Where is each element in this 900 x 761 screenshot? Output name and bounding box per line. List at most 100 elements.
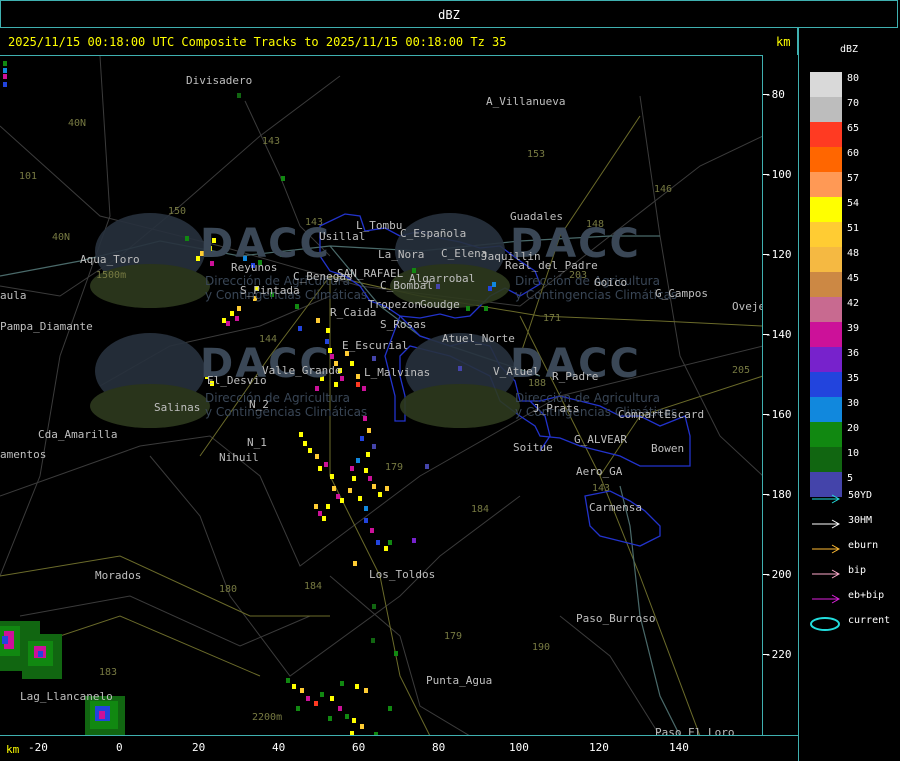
radar-cell — [318, 466, 322, 471]
road-label: 180 — [219, 584, 238, 595]
window-title-bar: dBZ — [0, 0, 898, 28]
track-legend-label: 30HM — [848, 515, 873, 526]
radar-cell — [296, 706, 300, 711]
radar-cell — [230, 311, 234, 316]
radar-cell — [360, 436, 364, 441]
radar-cell — [295, 304, 299, 309]
place-label: Tropezon — [368, 298, 421, 311]
current-ellipse-icon — [810, 617, 840, 631]
place-label: L_Malvinas — [364, 366, 431, 379]
y-tick-label: -120 — [763, 248, 798, 261]
road-label: 179 — [385, 462, 404, 473]
radar-cell — [388, 706, 392, 711]
colorbar-label: 48 — [847, 248, 860, 259]
x-tick-label: 0 — [116, 741, 123, 754]
road-label: 40N — [68, 118, 87, 129]
place-label: Carmensa — [589, 501, 642, 514]
place-label: C_Española — [400, 227, 467, 240]
colorbar-label: 5 — [847, 473, 854, 484]
place-label: L_Tombu — [356, 219, 403, 232]
colorbar-swatch — [810, 422, 842, 447]
radar-cell — [38, 651, 43, 657]
radar-cell — [334, 382, 338, 387]
y-tick-label: -160 — [763, 408, 798, 421]
track-legend-item: eb+bip — [810, 588, 900, 608]
radar-cell — [298, 326, 302, 331]
radar-map[interactable]: DACC Dirección de Agricultura y Contingen… — [0, 55, 763, 735]
place-label: La_Nora — [378, 248, 425, 261]
radar-cell — [3, 82, 7, 87]
x-tick-label: 40 — [272, 741, 286, 754]
colorbar-swatch — [810, 72, 842, 97]
road-label: 150 — [168, 206, 187, 217]
place-label: Goico — [594, 276, 628, 289]
place-label: N_1 — [247, 436, 267, 449]
radar-cell — [372, 444, 376, 449]
radar-cell — [315, 454, 319, 459]
place-label: amentos — [0, 448, 47, 461]
place-label: Atuel_Norte — [442, 332, 515, 345]
radar-cell — [330, 474, 334, 479]
place-label: E_Escurial — [342, 339, 409, 352]
x-tick-label: 20 — [192, 741, 206, 754]
place-label: Ovejeria — [732, 300, 762, 313]
radar-cell — [3, 61, 7, 66]
place-label: Aqua_Toro — [80, 253, 140, 266]
radar-cell — [3, 68, 7, 73]
radar-cell — [99, 711, 105, 719]
y-axis: -80 -100 -120 -140 -160 -180 -200 -220 — [763, 55, 798, 735]
colorbar-label: 35 — [847, 373, 860, 384]
place-label: S_Rosas — [380, 318, 427, 331]
place-label: Valle_Grande — [262, 364, 342, 377]
radar-cell — [484, 306, 488, 311]
radar-cell — [355, 684, 359, 689]
radar-cell — [314, 504, 318, 509]
colorbar-label: 80 — [847, 73, 860, 84]
road-label: 40N — [52, 232, 71, 243]
radar-cell — [340, 681, 344, 686]
map-header: 2025/11/15 00:18:00 UTC Composite Tracks… — [0, 28, 798, 55]
radar-cell — [340, 498, 344, 503]
place-label: Algarrobal — [409, 272, 476, 285]
place-label: Guadales — [510, 210, 563, 223]
place-label: Divisadero — [186, 74, 253, 87]
radar-cell — [412, 538, 416, 543]
track-legend-item: eburn — [810, 538, 900, 558]
radar-cell — [356, 458, 360, 463]
watermark-subtitle: Dirección de Agricultura y Contingencias … — [205, 391, 368, 419]
x-tick-label: -20 — [28, 741, 48, 754]
place-label: Goudge — [420, 298, 460, 311]
header-title: 2025/11/15 00:18:00 UTC Composite Tracks… — [8, 35, 507, 49]
place-label: A_Villanueva — [486, 95, 566, 108]
radar-cell — [367, 428, 371, 433]
place-label: Reyunos — [231, 261, 278, 274]
radar-cell — [292, 684, 296, 689]
place-label: Pampa_Diamante — [0, 320, 93, 333]
radar-cell — [336, 494, 340, 499]
radar-cell — [364, 518, 368, 523]
colorbar-label: 36 — [847, 348, 860, 359]
place-label: Punta_Agua — [426, 674, 493, 687]
colorbar-label: 39 — [847, 323, 860, 334]
road-label: 190 — [532, 642, 551, 653]
colorbar-swatch — [810, 297, 842, 322]
colorbar-swatch — [810, 447, 842, 472]
track-legend-label: bip — [848, 565, 867, 576]
colorbar-label: 57 — [847, 173, 860, 184]
radar-cell — [330, 696, 334, 701]
radar-cell — [235, 316, 239, 321]
radar-cell — [352, 718, 356, 723]
radar-cell — [237, 93, 241, 98]
colorbar-label: 20 — [847, 423, 860, 434]
road-label: 144 — [259, 334, 278, 345]
radar-cell — [328, 716, 332, 721]
place-label: Bowen — [651, 442, 685, 455]
road-label: 171 — [543, 313, 562, 324]
place-label: Aero_GA — [576, 465, 623, 478]
radar-cell — [185, 236, 189, 241]
track-legend-label: 50YD — [848, 490, 873, 501]
place-label: J_Prats — [533, 402, 580, 415]
road-label: 183 — [99, 667, 118, 678]
radar-cell — [222, 318, 226, 323]
road-label: 148 — [586, 219, 605, 230]
